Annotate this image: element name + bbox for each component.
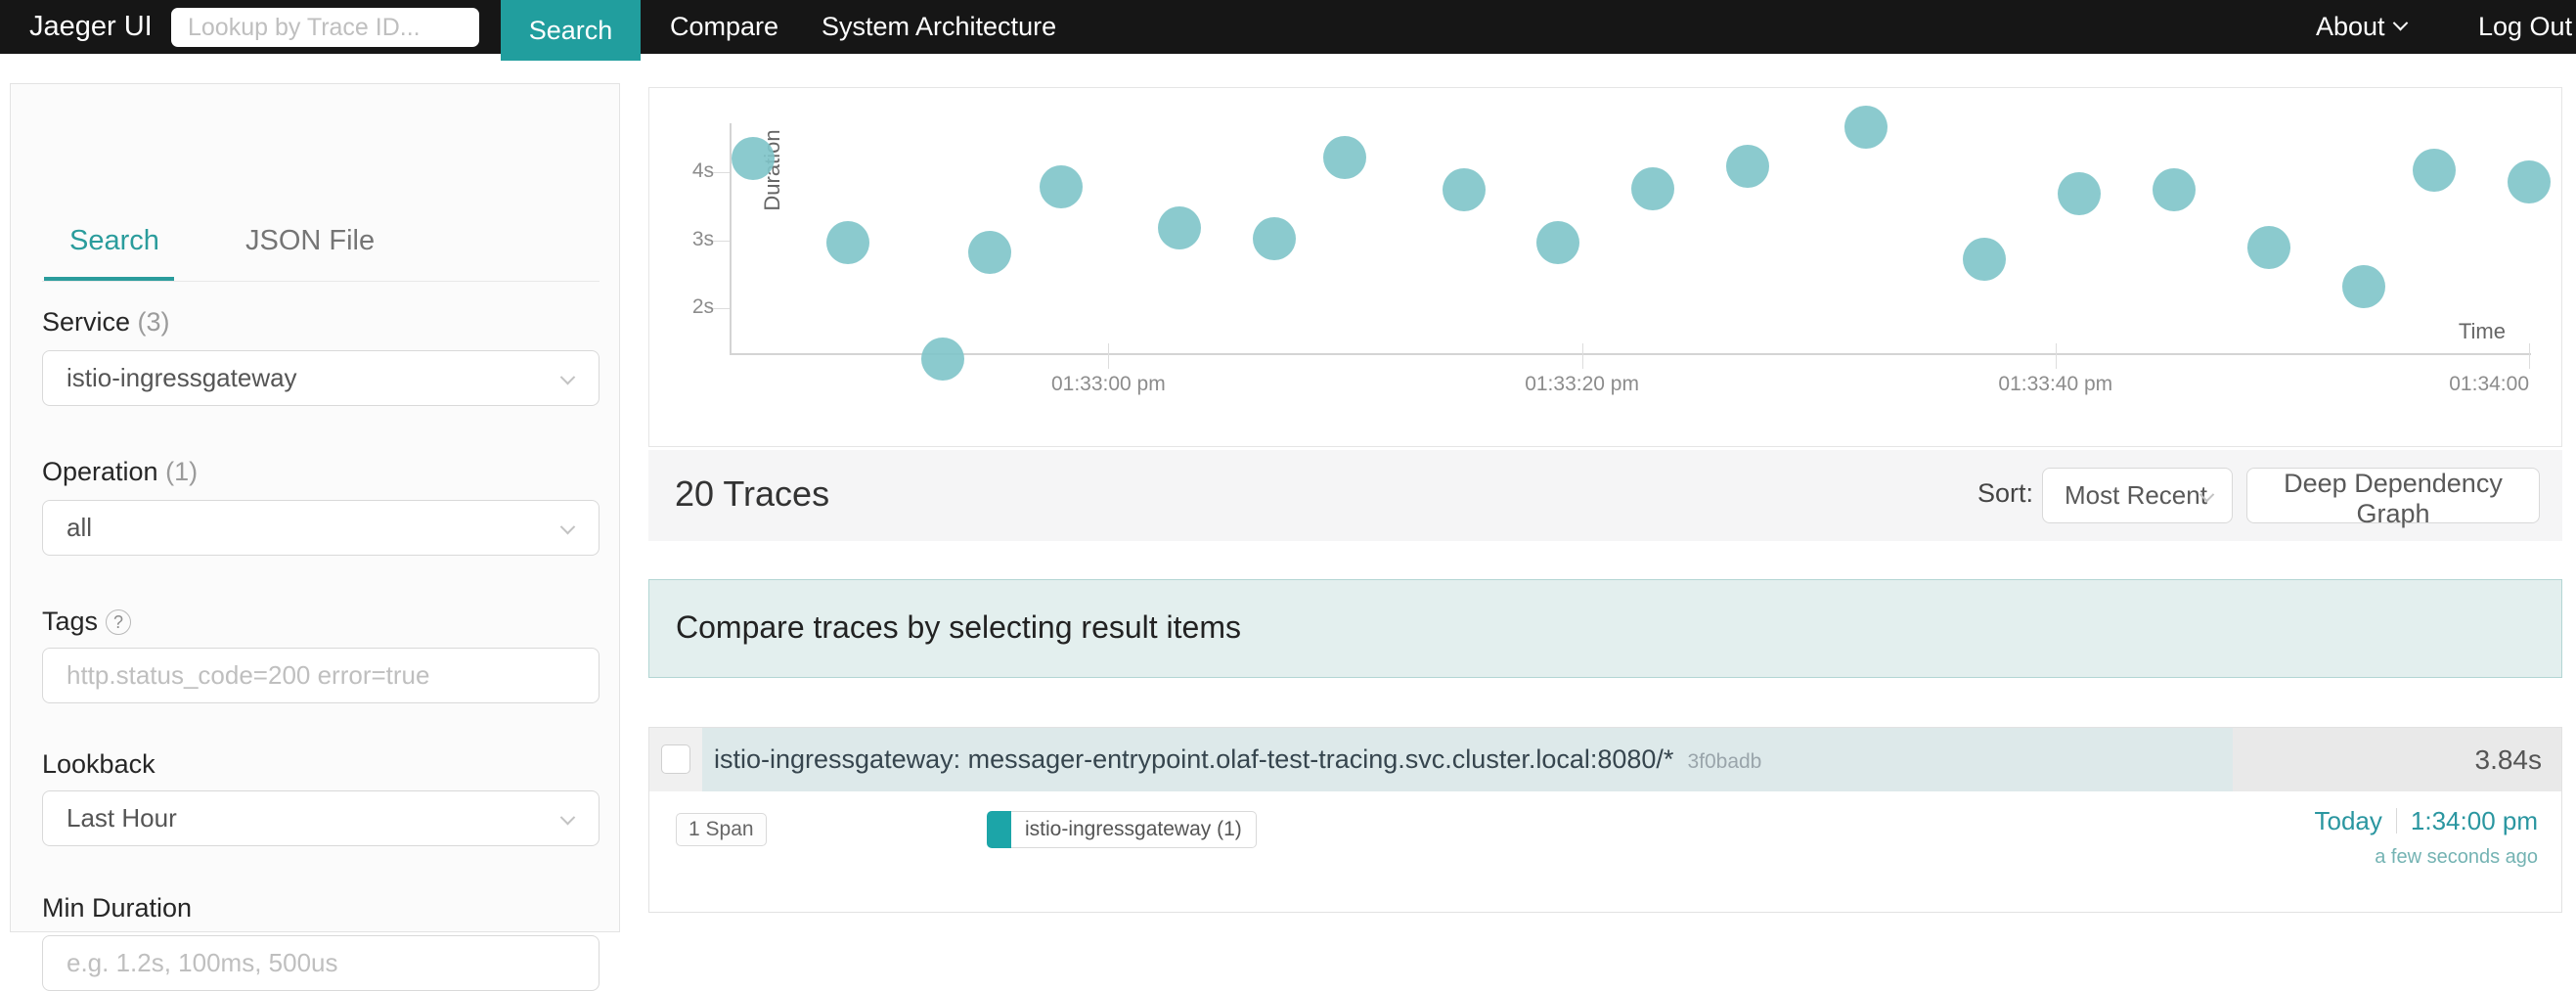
scatter-point[interactable] <box>2508 159 2551 203</box>
tags-label: Tags? <box>42 607 132 637</box>
sort-select[interactable]: Most Recent <box>2042 468 2233 523</box>
lookback-label: Lookback <box>42 749 155 779</box>
scatter-point[interactable] <box>2246 226 2290 270</box>
x-tick-label: 01:34:00 <box>2449 373 2529 395</box>
x-axis-title: Time <box>2458 319 2506 343</box>
service-select-value: istio-ingressgateway <box>67 363 297 392</box>
about-label: About <box>2316 12 2385 41</box>
scatter-point[interactable] <box>1536 220 1580 264</box>
nav-search-button[interactable]: Search <box>501 0 641 61</box>
x-tick-mark <box>2055 343 2057 369</box>
lookback-select-value: Last Hour <box>67 803 177 833</box>
nav-link-system-architecture[interactable]: System Architecture <box>822 0 1056 54</box>
scatter-point[interactable] <box>1726 145 1770 189</box>
sort-select-value: Most Recent <box>2065 480 2207 510</box>
top-navbar: Jaeger UI Search Compare System Architec… <box>0 0 2576 61</box>
sort-label: Sort: <box>1977 478 2034 508</box>
trace-time-link[interactable]: 1:34:00 pm <box>2411 806 2538 835</box>
chevron-down-icon <box>559 518 576 535</box>
duration-scatterplot: Duration Time 4s 3s 2s 01:33:00 pm 01:33:20 … <box>648 87 2562 447</box>
x-tick-label: 01:33:40 pm <box>1998 373 2113 395</box>
trace-date-link[interactable]: Today <box>2315 806 2382 835</box>
trace-title[interactable]: istio-ingressgateway: messager-entrypoin… <box>714 744 1673 775</box>
service-tag-label: istio-ingressgateway (1) <box>1011 811 1257 848</box>
scatter-point[interactable] <box>732 137 776 180</box>
compare-banner: Compare traces by selecting result items <box>648 579 2562 678</box>
service-select[interactable]: istio-ingressgateway <box>42 350 600 406</box>
results-header-bar: 20 Traces Sort: Most Recent Deep Depende… <box>648 450 2562 541</box>
scatter-point[interactable] <box>1963 237 2007 281</box>
scatter-point[interactable] <box>826 221 870 265</box>
operation-label: Operation (1) <box>42 457 199 486</box>
service-label: Service (3) <box>42 307 170 337</box>
trace-header[interactable]: istio-ingressgateway: messager-entrypoin… <box>649 728 2561 791</box>
operation-count: (1) <box>165 457 199 486</box>
nav-link-logout[interactable]: Log Out <box>2478 0 2572 54</box>
scatter-point[interactable] <box>1631 166 1675 210</box>
trace-header-bar-area: istio-ingressgateway: messager-entrypoin… <box>702 728 2561 791</box>
operation-select-value: all <box>67 513 93 542</box>
x-axis-line <box>730 353 2531 355</box>
tags-input[interactable] <box>42 648 600 703</box>
lookback-select[interactable]: Last Hour <box>42 790 600 846</box>
help-icon[interactable]: ? <box>106 609 132 635</box>
x-tick-label: 01:33:20 pm <box>1525 373 1639 395</box>
trace-timestamp: Today 1:34:00 pm a few seconds ago <box>2315 806 2538 869</box>
span-count-tag: 1 Span <box>676 813 767 846</box>
scatter-point[interactable] <box>920 337 964 381</box>
scatter-point[interactable] <box>1252 217 1296 261</box>
scatter-point[interactable] <box>968 231 1012 275</box>
app-brand[interactable]: Jaeger UI <box>29 0 153 54</box>
results-main: Duration Time 4s 3s 2s 01:33:00 pm 01:33:20 … <box>648 0 2562 932</box>
trace-id-lookup-input[interactable] <box>171 8 479 47</box>
scatter-point[interactable] <box>1442 168 1486 211</box>
nav-menu-about[interactable]: About <box>2316 0 2408 54</box>
y-tick-label: 3s <box>691 227 714 250</box>
trace-result-card[interactable]: istio-ingressgateway: messager-entrypoin… <box>648 727 2562 913</box>
trace-id: 3f0badb <box>1687 749 1762 773</box>
service-count: (3) <box>137 307 170 337</box>
chevron-down-icon <box>2392 15 2408 31</box>
service-color-swatch <box>987 811 1011 848</box>
tab-search[interactable]: Search <box>69 225 159 257</box>
search-sidebar: Search JSON File Service (3) istio-ingre… <box>10 83 620 991</box>
deep-dependency-graph-button[interactable]: Deep Dependency Graph <box>2246 468 2540 528</box>
chevron-down-icon <box>559 369 576 385</box>
tab-json-file[interactable]: JSON File <box>245 225 375 257</box>
compare-banner-text: Compare traces by selecting result items <box>676 609 1241 645</box>
min-duration-label: Min Duration <box>42 893 193 923</box>
y-tick-label: 4s <box>691 158 714 182</box>
operation-select[interactable]: all <box>42 500 600 556</box>
x-tick-mark <box>2529 343 2530 369</box>
scatter-point[interactable] <box>2152 168 2196 211</box>
scatter-point[interactable] <box>2341 264 2385 308</box>
service-tag: istio-ingressgateway (1) <box>987 811 1257 848</box>
x-tick-mark <box>1108 343 1110 369</box>
tab-divider <box>42 281 600 282</box>
scatter-point[interactable] <box>2413 148 2457 192</box>
min-duration-input[interactable] <box>42 935 600 991</box>
scatter-point[interactable] <box>1844 106 1888 149</box>
trace-relative-time: a few seconds ago <box>2375 846 2538 868</box>
chevron-down-icon <box>559 809 576 826</box>
x-tick-mark <box>1581 343 1583 369</box>
scatter-point[interactable] <box>2058 172 2101 216</box>
scatter-point[interactable] <box>1039 165 1083 209</box>
trace-select-checkbox[interactable] <box>661 744 690 774</box>
scatter-point[interactable] <box>1323 135 1367 179</box>
nav-link-compare[interactable]: Compare <box>670 0 778 54</box>
timestamp-divider <box>2395 808 2397 833</box>
scatter-point[interactable] <box>1158 205 1201 249</box>
trace-duration: 3.84s <box>2474 743 2543 775</box>
trace-count: 20 Traces <box>675 473 830 514</box>
checkbox-strip <box>649 728 702 791</box>
x-tick-label: 01:33:00 pm <box>1050 373 1166 395</box>
y-tick-label: 2s <box>691 295 714 319</box>
